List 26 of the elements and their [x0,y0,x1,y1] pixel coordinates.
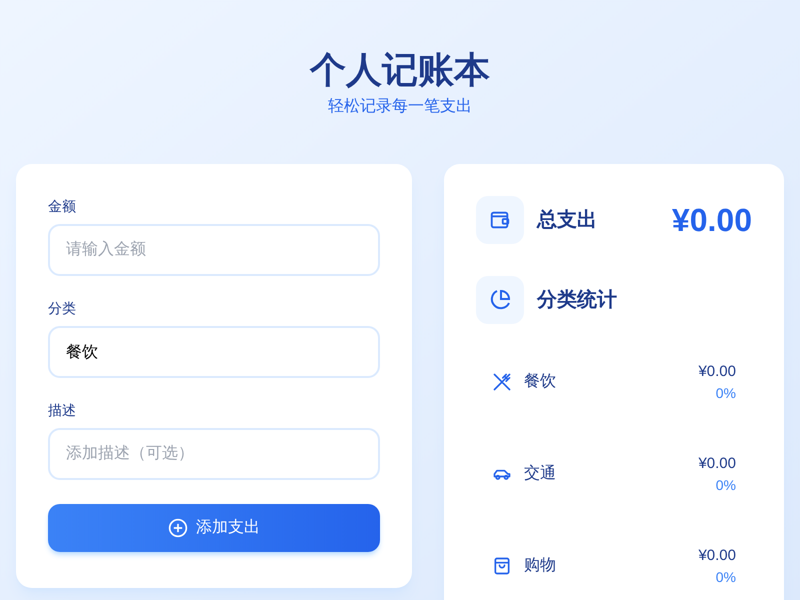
pie-chart-icon [476,276,524,324]
category-amount: ¥0.00 [698,362,736,382]
total-amount: ¥0.00 [672,201,752,240]
category-stats-label: 分类统计 [537,288,617,313]
fork-knife-icon [492,372,512,392]
category-percent: 0% [716,384,736,403]
wallet-icon [476,196,524,244]
category-name: 交通 [524,464,556,484]
input-field[interactable]: 请输入金额 [48,224,380,276]
total-label: 总支出 [537,208,597,233]
field-label: 分类 [48,299,77,318]
add-expense-button[interactable]: 添加支出 [48,504,380,552]
plus-circle-icon [168,518,188,538]
page-title: 个人记账本 [310,48,490,92]
category-name: 购物 [524,556,556,576]
category-percent: 0% [716,568,736,587]
category-amount: ¥0.00 [698,546,736,566]
input-field[interactable]: 添加描述（可选） [48,428,380,480]
field-label: 金额 [48,197,77,216]
shopping-bag-icon [492,556,512,576]
input-field[interactable]: 餐饮 [48,326,380,378]
category-amount: ¥0.00 [698,454,736,474]
field-label: 描述 [48,401,77,420]
page-subtitle: 轻松记录每一笔支出 [328,96,472,117]
category-name: 餐饮 [524,372,556,392]
category-percent: 0% [716,476,736,495]
